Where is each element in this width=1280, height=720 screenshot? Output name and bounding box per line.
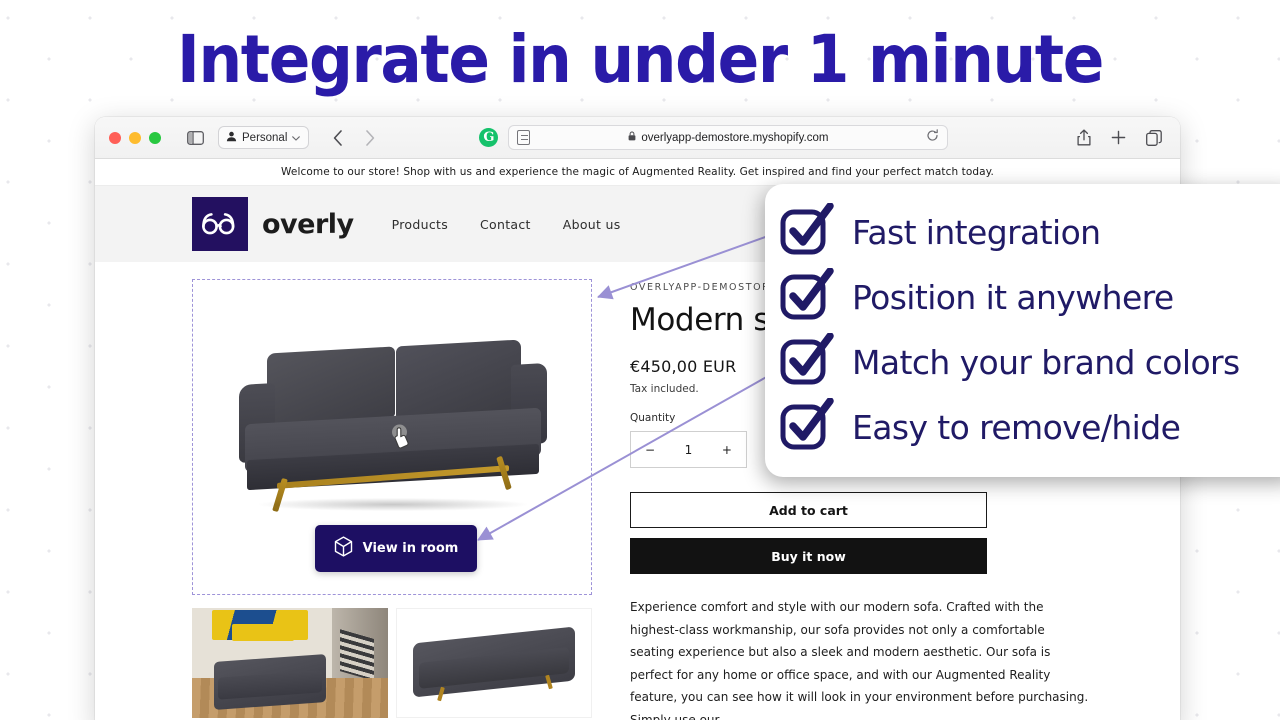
feature-item: Easy to remove/hide (779, 395, 1280, 460)
view-in-room-button[interactable]: View in room (315, 525, 477, 572)
sidebar-toggle-icon[interactable] (187, 130, 204, 145)
site-logo-text[interactable]: overly (262, 209, 354, 240)
minimize-window-button[interactable] (129, 131, 141, 144)
cube-3d-icon (334, 536, 353, 561)
product-main-image[interactable]: View in room (192, 279, 592, 595)
quantity-value[interactable]: 1 (685, 443, 693, 457)
view-in-room-label: View in room (362, 541, 459, 556)
check-square-icon (779, 397, 835, 457)
tab-overview-icon[interactable] (1146, 129, 1162, 146)
check-square-icon (779, 202, 835, 262)
chevron-down-icon (292, 132, 301, 144)
quantity-decrease-button[interactable]: − (645, 443, 655, 457)
reload-icon[interactable] (926, 128, 939, 147)
announcement-bar: Welcome to our store! Shop with us and e… (95, 159, 1180, 186)
site-navigation: Products Contact About us (392, 217, 621, 232)
forward-button[interactable] (357, 125, 383, 151)
lock-icon (628, 131, 636, 144)
check-square-icon (779, 332, 835, 392)
thumbnail-room-scene[interactable] (192, 608, 388, 718)
feature-label: Fast integration (852, 213, 1101, 252)
profile-selector[interactable]: Personal (218, 126, 310, 149)
buy-it-now-button[interactable]: Buy it now (630, 538, 987, 574)
nav-link-about-us[interactable]: About us (563, 217, 621, 232)
new-tab-plus-icon[interactable] (1111, 130, 1126, 145)
feature-item: Fast integration (779, 200, 1280, 265)
page-title: Integrate in under 1 minute (177, 21, 1104, 98)
profile-label: Personal (242, 131, 288, 144)
feature-label: Match your brand colors (852, 343, 1240, 382)
back-button[interactable] (325, 125, 351, 151)
grammarly-extension-icon[interactable]: G (479, 128, 499, 147)
feature-item: Position it anywhere (779, 265, 1280, 330)
url-display: overlyapp-demostore.myshopify.com (509, 131, 947, 144)
url-text: overlyapp-demostore.myshopify.com (641, 131, 829, 144)
person-icon (226, 131, 237, 145)
quantity-increase-button[interactable]: + (722, 443, 732, 457)
product-description: Experience comfort and style with our mo… (630, 600, 1089, 720)
cursor-pointer-icon (390, 423, 416, 455)
glasses-icon[interactable] (192, 197, 248, 251)
product-thumbnails (192, 608, 592, 718)
quantity-stepper[interactable]: − 1 + (630, 431, 747, 468)
reader-view-icon[interactable] (517, 130, 531, 145)
thumbnail-product-shot[interactable] (396, 608, 592, 718)
feature-label: Easy to remove/hide (852, 408, 1181, 447)
nav-link-contact[interactable]: Contact (480, 217, 531, 232)
share-icon[interactable] (1077, 129, 1091, 146)
promo-graphic: Integrate in under 1 minute Personal G o… (0, 0, 1280, 720)
nav-link-products[interactable]: Products (392, 217, 448, 232)
window-controls (109, 131, 161, 144)
add-to-cart-button[interactable]: Add to cart (630, 492, 987, 528)
feature-item: Match your brand colors (779, 330, 1280, 395)
feature-label: Position it anywhere (852, 278, 1174, 317)
feature-list-panel: Fast integration Position it anywhere Ma… (765, 184, 1280, 477)
product-gallery: View in room (192, 262, 592, 720)
address-bar[interactable]: overlyapp-demostore.myshopify.com (508, 125, 949, 150)
maximize-window-button[interactable] (149, 131, 161, 144)
check-square-icon (779, 267, 835, 327)
browser-toolbar: Personal G overlyapp-demostore.myshopify… (95, 117, 1180, 159)
close-window-button[interactable] (109, 131, 121, 144)
